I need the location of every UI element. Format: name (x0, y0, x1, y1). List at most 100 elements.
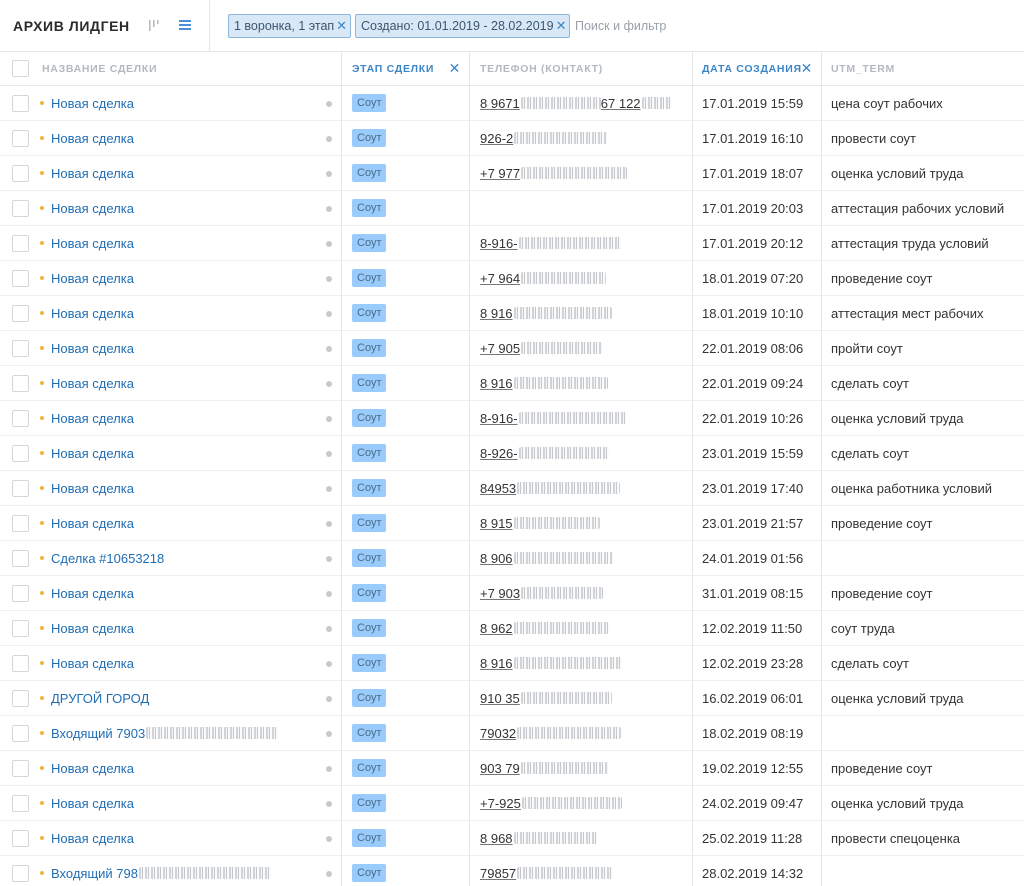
deal-link[interactable]: Новая сделка (51, 481, 134, 496)
row-menu-icon[interactable] (326, 101, 332, 107)
deal-link[interactable]: Новая сделка (51, 376, 134, 391)
table-row[interactable]: Новая сделка Соут 903 79 19.02.2019 12:55 пр… (0, 751, 1024, 786)
deal-link[interactable]: Новая сделка (51, 761, 134, 776)
row-checkbox[interactable] (11, 199, 29, 217)
row-checkbox[interactable] (11, 689, 29, 707)
row-checkbox[interactable] (11, 724, 29, 742)
row-checkbox[interactable] (11, 269, 29, 287)
close-icon[interactable]: ✕ (336, 18, 347, 34)
row-checkbox[interactable] (11, 94, 29, 112)
stage-badge[interactable]: Соут (352, 269, 387, 287)
phone-link[interactable]: +7 977 (480, 166, 628, 181)
phone-link[interactable]: 79857 (480, 866, 614, 881)
row-menu-icon[interactable] (326, 136, 332, 142)
phone-link[interactable]: 8 9671 67 122 (480, 96, 672, 111)
stage-badge[interactable]: Соут (352, 339, 387, 357)
row-menu-icon[interactable] (326, 766, 332, 772)
stage-badge[interactable]: Соут (352, 129, 387, 147)
table-row[interactable]: Входящий 798 Соут 79857 28.02.2019 14:32 (0, 856, 1024, 886)
row-checkbox[interactable] (11, 444, 29, 462)
table-row[interactable]: Новая сделка Соут 8-926- 23.01.2019 15:59 сд… (0, 436, 1024, 471)
stage-badge[interactable]: Соут (352, 584, 387, 602)
filter-chip-pipeline[interactable]: 1 воронка, 1 этап ✕ (228, 14, 352, 38)
deal-link[interactable]: Новая сделка (51, 656, 134, 671)
deal-link[interactable]: Сделка #10653218 (51, 551, 164, 566)
row-menu-icon[interactable] (326, 171, 332, 177)
row-checkbox[interactable] (11, 759, 29, 777)
table-row[interactable]: Новая сделка Соут +7 905 22.01.2019 08:06 пр… (0, 331, 1024, 366)
row-checkbox[interactable] (11, 514, 29, 532)
row-checkbox[interactable] (11, 479, 29, 497)
table-row[interactable]: Новая сделка Соут 84953 23.01.2019 17:40 оце… (0, 471, 1024, 506)
row-menu-icon[interactable] (326, 591, 332, 597)
deal-link[interactable]: Новая сделка (51, 341, 134, 356)
phone-link[interactable]: 8 962 (480, 621, 609, 636)
row-checkbox[interactable] (11, 234, 29, 252)
row-menu-icon[interactable] (326, 661, 332, 667)
table-row[interactable]: Новая сделка Соут +7 977 17.01.2019 18:07 оц… (0, 156, 1024, 191)
phone-link[interactable]: 8-926- (480, 446, 609, 461)
phone-link[interactable]: +7 903 (480, 586, 604, 601)
row-menu-icon[interactable] (326, 871, 332, 877)
row-checkbox[interactable] (11, 794, 29, 812)
deal-link[interactable]: Новая сделка (51, 306, 134, 321)
phone-link[interactable]: 8-916- (480, 236, 621, 251)
phone-link[interactable]: +7 905 (480, 341, 603, 356)
deal-link[interactable]: Новая сделка (51, 831, 134, 846)
column-header-name[interactable]: НАЗВАНИЕ СДЕЛКИ (40, 52, 342, 85)
row-checkbox[interactable] (11, 619, 29, 637)
stage-badge[interactable]: Соут (352, 794, 387, 812)
row-checkbox[interactable] (11, 864, 29, 882)
row-menu-icon[interactable] (326, 241, 332, 247)
deal-link[interactable]: Новая сделка (51, 96, 134, 111)
stage-badge[interactable]: Соут (352, 479, 387, 497)
row-checkbox[interactable] (11, 584, 29, 602)
stage-badge[interactable]: Соут (352, 549, 387, 567)
phone-link[interactable]: 8 915 (480, 516, 600, 531)
row-menu-icon[interactable] (326, 521, 332, 527)
row-menu-icon[interactable] (326, 556, 332, 562)
row-checkbox[interactable] (11, 164, 29, 182)
column-header-utm[interactable]: UTM_TERM (823, 52, 1024, 85)
table-row[interactable]: Новая сделка Соут 8-916- 22.01.2019 10:26 оц… (0, 401, 1024, 436)
phone-link[interactable]: 8 916 (480, 376, 608, 391)
deal-link[interactable]: Новая сделка (51, 796, 134, 811)
phone-link[interactable]: 8 916 (480, 656, 622, 671)
row-menu-icon[interactable] (326, 346, 332, 352)
row-menu-icon[interactable] (326, 801, 332, 807)
deal-link[interactable]: Новая сделка (51, 201, 134, 216)
stage-badge[interactable]: Соут (352, 759, 387, 777)
table-row[interactable]: Новая сделка Соут 17.01.2019 20:03 аттестац… (0, 191, 1024, 226)
stage-badge[interactable]: Соут (352, 829, 387, 847)
row-menu-icon[interactable] (326, 836, 332, 842)
table-row[interactable]: Новая сделка Соут +7 903 31.01.2019 08:15 пр… (0, 576, 1024, 611)
row-menu-icon[interactable] (326, 626, 332, 632)
deal-link[interactable]: Новая сделка (51, 621, 134, 636)
deal-link[interactable]: Входящий 7903 (51, 726, 145, 741)
row-checkbox[interactable] (11, 304, 29, 322)
deal-link[interactable]: Входящий 798 (51, 866, 138, 881)
stage-badge[interactable]: Соут (352, 654, 387, 672)
table-row[interactable]: Новая сделка Соут 8 916 18.01.2019 10:10 атт… (0, 296, 1024, 331)
phone-link[interactable]: 79032 (480, 726, 622, 741)
row-checkbox[interactable] (11, 129, 29, 147)
row-checkbox[interactable] (11, 549, 29, 567)
stage-badge[interactable]: Соут (352, 199, 387, 217)
deal-link[interactable]: Новая сделка (51, 516, 134, 531)
row-menu-icon[interactable] (326, 451, 332, 457)
row-checkbox[interactable] (11, 829, 29, 847)
table-row[interactable]: ДРУГОЙ ГОРОД Соут 910 35 16.02.2019 06:01 оц… (0, 681, 1024, 716)
filter-chip-created[interactable]: Создано: 01.01.2019 - 28.02.2019 ✕ (355, 14, 571, 38)
stage-badge[interactable]: Соут (352, 409, 387, 427)
deal-link[interactable]: Новая сделка (51, 586, 134, 601)
table-row[interactable]: Новая сделка Соут 8 916 12.02.2019 23:28 сде… (0, 646, 1024, 681)
deal-link[interactable]: Новая сделка (51, 271, 134, 286)
table-row[interactable]: Новая сделка Соут +7 964 18.01.2019 07:20 пр… (0, 261, 1024, 296)
phone-link[interactable]: 910 35 (480, 691, 612, 706)
stage-badge[interactable]: Соут (352, 619, 387, 637)
phone-link[interactable]: 903 79 (480, 761, 608, 776)
table-row[interactable]: Новая сделка Соут 8 968 25.02.2019 11:28 про… (0, 821, 1024, 856)
row-checkbox[interactable] (11, 339, 29, 357)
phone-link[interactable]: 8 968 (480, 831, 597, 846)
row-menu-icon[interactable] (326, 276, 332, 282)
